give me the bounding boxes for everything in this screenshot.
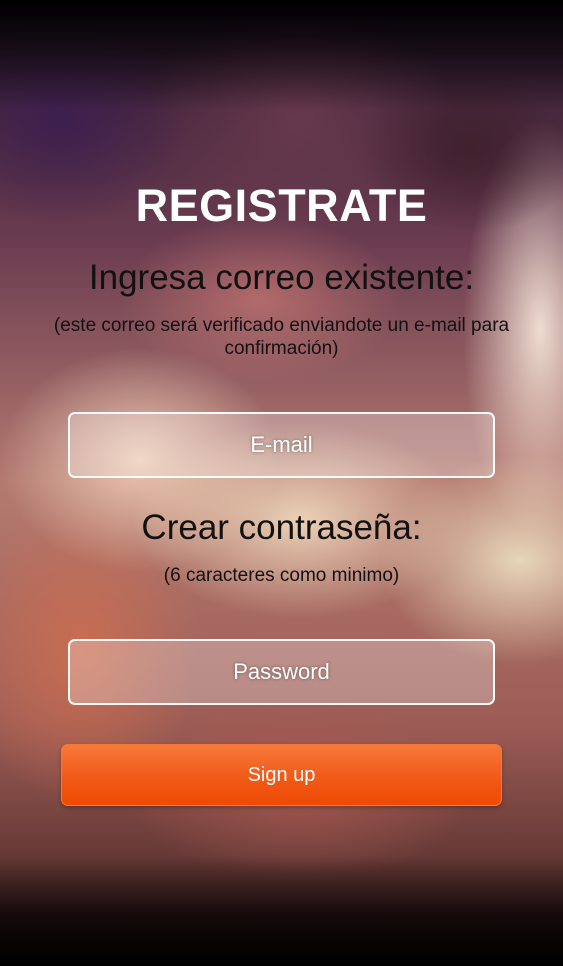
signup-screen: REGISTRATE Ingresa correo existente: (es…: [0, 0, 563, 966]
password-note: (6 caracteres como minimo): [163, 565, 400, 586]
signup-button[interactable]: Sign up: [61, 744, 502, 806]
page-title: REGISTRATE: [135, 180, 428, 231]
email-note: (este correo será verificado enviandote …: [53, 315, 510, 359]
bottom-shade: [0, 856, 563, 966]
blurred-background-image: [0, 0, 563, 966]
password-field[interactable]: [68, 639, 495, 705]
email-field[interactable]: [68, 412, 495, 478]
top-shade: [0, 0, 563, 110]
password-heading: Crear contraseña:: [141, 508, 422, 547]
email-heading: Ingresa correo existente:: [88, 258, 475, 297]
